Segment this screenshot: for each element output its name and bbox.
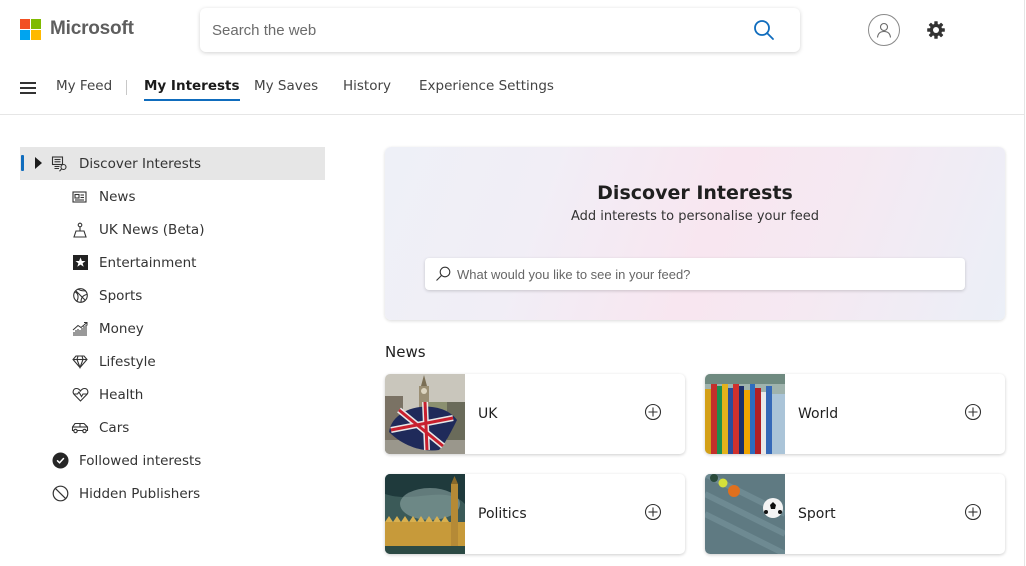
search-icon	[435, 266, 451, 282]
card-thumbnail	[385, 474, 465, 554]
microsoft-logo[interactable]: Microsoft	[20, 18, 134, 40]
sidebar-item-label: Lifestyle	[99, 353, 156, 370]
sidebar-item-sports[interactable]: Sports	[20, 279, 325, 312]
add-circle-icon[interactable]	[644, 503, 662, 521]
sidebar-item-label: Hidden Publishers	[79, 485, 201, 502]
tab-my-feed[interactable]: My Feed	[56, 78, 112, 94]
microsoft-logo-icon	[20, 18, 41, 40]
card-thumbnail	[385, 374, 465, 454]
sidebar-item-label: Health	[99, 386, 144, 403]
interest-card-uk[interactable]: UK	[385, 374, 685, 454]
interest-search-box	[425, 258, 965, 290]
sidebar-item-label: Followed interests	[79, 452, 202, 469]
tab-experience-settings[interactable]: Experience Settings	[419, 78, 554, 94]
nav-separator	[126, 80, 127, 95]
interests-sidebar: Discover Interests News UK News (Beta) E…	[20, 147, 325, 510]
sidebar-item-cars[interactable]: Cars	[20, 411, 325, 444]
add-circle-icon[interactable]	[964, 403, 982, 421]
card-thumbnail	[705, 474, 785, 554]
block-icon	[51, 485, 69, 503]
top-header: Microsoft	[0, 0, 1026, 60]
add-circle-icon[interactable]	[644, 403, 662, 421]
user-icon	[876, 22, 892, 38]
sidebar-item-label: Money	[99, 320, 144, 337]
sidebar-item-uk-news-beta[interactable]: UK News (Beta)	[20, 213, 325, 246]
star-icon	[71, 254, 89, 272]
sidebar-item-followed-interests[interactable]: Followed interests	[20, 444, 325, 477]
card-title: UK	[478, 406, 498, 422]
heart-pulse-icon	[71, 386, 89, 404]
add-circle-icon[interactable]	[964, 503, 982, 521]
card-title: Politics	[478, 506, 527, 522]
sidebar-item-health[interactable]: Health	[20, 378, 325, 411]
check-circle-icon	[51, 452, 69, 470]
newspaper-icon	[71, 188, 89, 206]
chart-icon	[71, 320, 89, 338]
diamond-icon	[71, 353, 89, 371]
sidebar-item-discover-interests[interactable]: Discover Interests	[20, 147, 325, 180]
tab-my-saves[interactable]: My Saves	[254, 78, 318, 94]
card-thumbnail	[705, 374, 785, 454]
web-search-input[interactable]	[200, 8, 742, 52]
sidebar-item-hidden-publishers[interactable]: Hidden Publishers	[20, 477, 325, 510]
sidebar-item-label: News	[99, 188, 136, 205]
sidebar-item-money[interactable]: Money	[20, 312, 325, 345]
car-icon	[71, 419, 89, 437]
profile-button[interactable]	[868, 14, 900, 46]
hero-subtitle: Add interests to personalise your feed	[570, 209, 820, 224]
discover-icon	[51, 155, 69, 173]
card-title: Sport	[798, 506, 836, 522]
sidebar-item-lifestyle[interactable]: Lifestyle	[20, 345, 325, 378]
search-icon	[754, 20, 774, 40]
interest-nav: My Feed My Interests My Saves History Ex…	[0, 68, 1024, 115]
hamburger-icon[interactable]	[20, 82, 36, 94]
sidebar-item-entertainment[interactable]: Entertainment	[20, 246, 325, 279]
discover-interests-hero: Discover Interests Add interests to pers…	[385, 147, 1005, 320]
sidebar-item-label: Discover Interests	[79, 155, 202, 172]
ball-icon	[71, 287, 89, 305]
web-search-box	[200, 8, 800, 52]
interest-card-sport[interactable]: Sport	[705, 474, 1005, 554]
sidebar-item-label: Sports	[99, 287, 143, 304]
brand-name: Microsoft	[50, 18, 134, 39]
settings-button[interactable]	[924, 18, 948, 42]
card-title: World	[798, 406, 839, 422]
tab-my-interests[interactable]: My Interests	[144, 78, 240, 101]
interest-search-input[interactable]	[457, 266, 965, 282]
sidebar-item-news[interactable]: News	[20, 180, 325, 213]
sidebar-item-label: Cars	[99, 419, 130, 436]
sidebar-item-label: Entertainment	[99, 254, 197, 271]
sidebar-item-label: UK News (Beta)	[99, 221, 205, 238]
map-pin-icon	[71, 221, 89, 239]
gear-icon	[927, 21, 945, 39]
caret-right-icon[interactable]	[35, 157, 42, 169]
tab-history[interactable]: History	[343, 78, 391, 94]
hero-title: Discover Interests	[597, 182, 793, 204]
news-section-title: News	[385, 343, 426, 361]
search-button[interactable]	[742, 8, 786, 52]
page-edge-divider	[1024, 0, 1025, 566]
interest-card-world[interactable]: World	[705, 374, 1005, 454]
interest-card-politics[interactable]: Politics	[385, 474, 685, 554]
